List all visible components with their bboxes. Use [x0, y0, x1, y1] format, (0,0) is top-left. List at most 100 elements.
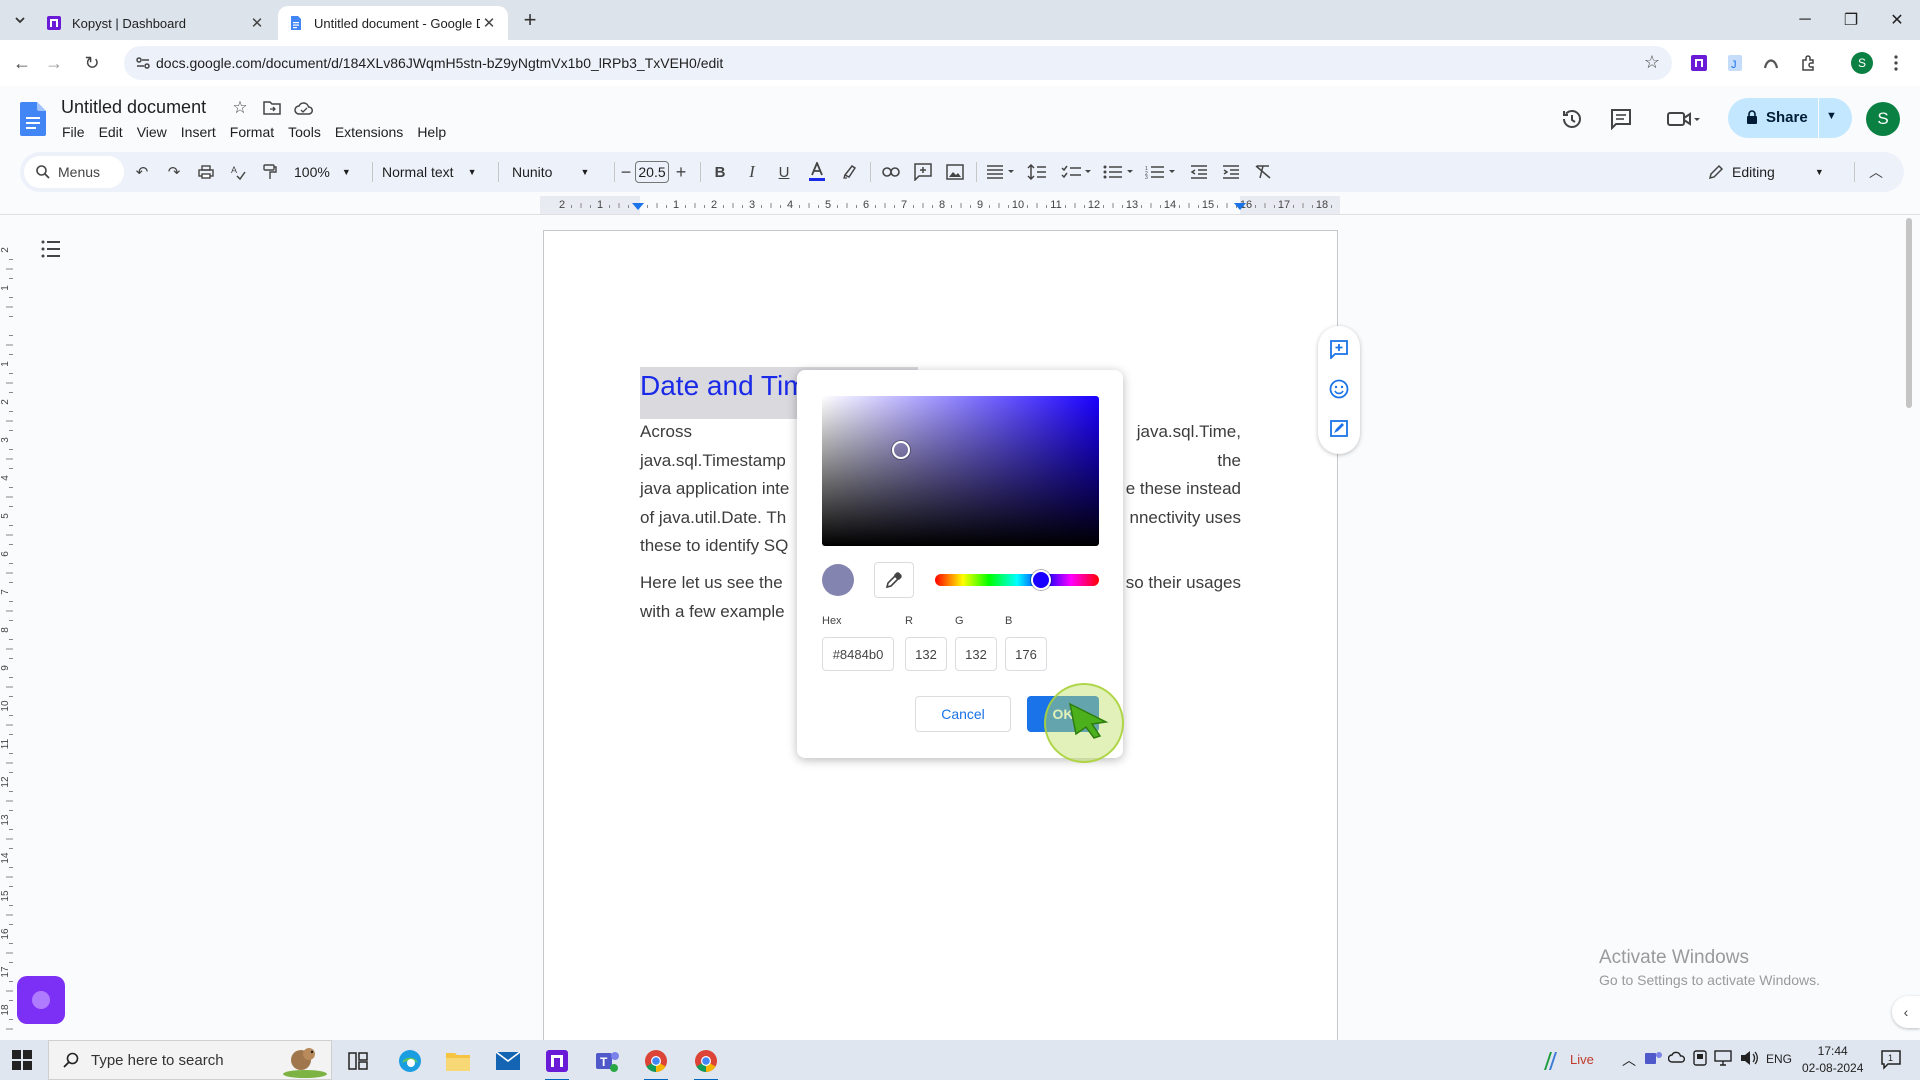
back-arrow-icon[interactable]: ←: [8, 49, 36, 77]
kopyst-recorder-widget[interactable]: [17, 976, 65, 1024]
weather-live-label[interactable]: Live: [1570, 1052, 1594, 1067]
eyedropper-icon[interactable]: [874, 562, 914, 598]
weather-live-icon[interactable]: [1538, 1046, 1564, 1076]
decrease-indent-icon[interactable]: [1188, 160, 1210, 184]
zoom-select[interactable]: 100% ▼: [294, 160, 354, 184]
menu-format[interactable]: Format: [230, 124, 281, 140]
word-extension-icon[interactable]: J: [1723, 51, 1747, 75]
menu-view[interactable]: View: [137, 124, 174, 140]
numbered-list-icon[interactable]: 123: [1144, 160, 1178, 184]
highlight-color-icon[interactable]: [840, 160, 860, 184]
increase-font-size-icon[interactable]: +: [672, 160, 690, 184]
new-tab-plus-icon[interactable]: +: [518, 7, 542, 32]
checklist-icon[interactable]: [1060, 160, 1094, 184]
extension-arc-icon[interactable]: [1759, 51, 1783, 75]
file-explorer-icon[interactable]: [443, 1046, 473, 1076]
mail-icon[interactable]: [493, 1046, 523, 1076]
print-icon[interactable]: [196, 160, 216, 184]
task-view-icon[interactable]: [343, 1046, 373, 1076]
saturation-handle[interactable]: [892, 441, 910, 459]
cancel-button[interactable]: Cancel: [915, 696, 1011, 732]
chrome-icon[interactable]: [641, 1046, 671, 1080]
tab-search-chevron-icon[interactable]: [8, 8, 32, 32]
move-folder-icon[interactable]: [262, 98, 282, 118]
cloud-saved-icon[interactable]: [294, 98, 314, 118]
version-history-icon[interactable]: [1558, 105, 1586, 133]
address-bar[interactable]: docs.google.com/document/d/184XLv86JWqmH…: [124, 46, 1672, 80]
teams-tray-icon[interactable]: [1644, 1050, 1662, 1069]
decrease-font-size-icon[interactable]: −: [618, 160, 634, 184]
align-select-icon[interactable]: [984, 160, 1018, 184]
close-tab-icon[interactable]: ✕: [480, 14, 498, 32]
insert-link-icon[interactable]: [880, 160, 902, 184]
paint-format-icon[interactable]: [260, 160, 280, 184]
font-select[interactable]: Nunito ▼: [512, 160, 608, 184]
kopyst-extension-icon[interactable]: [1687, 51, 1711, 75]
taskbar-search-input[interactable]: Type here to search: [48, 1040, 332, 1080]
network-icon[interactable]: [1714, 1050, 1732, 1069]
menu-edit[interactable]: Edit: [99, 124, 130, 140]
red-input[interactable]: 132: [905, 637, 947, 671]
document-title[interactable]: Untitled document: [61, 97, 206, 118]
teams-icon[interactable]: T: [592, 1046, 622, 1076]
suggest-edits-icon[interactable]: [1328, 418, 1350, 440]
windows-start-icon[interactable]: [12, 1050, 32, 1070]
blue-input[interactable]: 176: [1005, 637, 1047, 671]
spellcheck-icon[interactable]: A: [228, 160, 248, 184]
green-input[interactable]: 132: [955, 637, 997, 671]
underline-icon[interactable]: U: [774, 160, 794, 184]
menu-file[interactable]: File: [62, 124, 92, 140]
hide-menus-chevron-up-icon[interactable]: ︿: [1866, 160, 1886, 184]
share-dropdown-icon[interactable]: ▼: [1826, 110, 1837, 122]
forward-arrow-icon[interactable]: →: [40, 49, 68, 77]
taskbar-clock[interactable]: 17:44 02-08-2024: [1802, 1043, 1863, 1077]
meet-video-icon[interactable]: [1664, 105, 1704, 133]
docs-profile-avatar[interactable]: S: [1866, 102, 1900, 136]
italic-icon[interactable]: I: [742, 160, 762, 184]
hex-input[interactable]: #8484b0: [822, 637, 894, 671]
increase-indent-icon[interactable]: [1220, 160, 1242, 184]
extensions-puzzle-icon[interactable]: [1796, 51, 1820, 75]
restore-icon[interactable]: ❐: [1828, 0, 1874, 40]
docs-logo-icon[interactable]: [20, 102, 46, 136]
saturation-value-area[interactable]: [822, 396, 1099, 546]
meet-now-icon[interactable]: [1692, 1050, 1708, 1069]
undo-icon[interactable]: ↶: [132, 160, 152, 184]
bookmark-star-icon[interactable]: ☆: [1644, 52, 1660, 73]
notifications-icon[interactable]: 1: [1880, 1048, 1902, 1073]
clear-formatting-icon[interactable]: [1252, 160, 1274, 184]
chrome-menu-icon[interactable]: [1884, 51, 1908, 75]
editing-mode-select[interactable]: Editing ▼: [1708, 160, 1832, 184]
menus-search-button[interactable]: Menus: [24, 156, 124, 188]
star-icon[interactable]: ☆: [230, 98, 250, 118]
vertical-ruler[interactable]: 21123456789101112131415161718: [0, 216, 16, 1036]
emoji-reaction-icon[interactable]: [1328, 378, 1350, 400]
edge-browser-icon[interactable]: [395, 1046, 425, 1076]
reload-icon[interactable]: ↻: [78, 49, 106, 77]
onedrive-cloud-icon[interactable]: [1667, 1050, 1686, 1067]
add-comment-icon[interactable]: [1328, 338, 1350, 360]
hue-slider-handle[interactable]: [1031, 570, 1051, 590]
tab-kopyst-dashboard[interactable]: Kopyst | Dashboard ✕: [36, 6, 276, 40]
close-window-icon[interactable]: ✕: [1874, 0, 1920, 40]
menu-insert[interactable]: Insert: [181, 124, 223, 140]
bold-icon[interactable]: B: [710, 160, 730, 184]
redo-icon[interactable]: ↷: [164, 160, 184, 184]
comments-icon[interactable]: [1607, 105, 1635, 133]
menu-extensions[interactable]: Extensions: [335, 124, 410, 140]
bulleted-list-icon[interactable]: [1102, 160, 1136, 184]
show-hidden-icons-chevron-icon[interactable]: ︿: [1622, 1050, 1636, 1070]
kopyst-app-icon[interactable]: [542, 1046, 572, 1080]
minimize-icon[interactable]: ─: [1782, 0, 1828, 40]
share-button[interactable]: Share ▼: [1728, 98, 1852, 138]
site-info-icon[interactable]: [134, 54, 152, 72]
insert-comment-icon[interactable]: [912, 160, 934, 184]
close-tab-icon[interactable]: ✕: [248, 14, 266, 32]
menu-tools[interactable]: Tools: [288, 124, 328, 140]
hue-slider[interactable]: [935, 574, 1099, 586]
text-color-icon[interactable]: [806, 160, 828, 184]
font-size-input[interactable]: 20.5: [635, 161, 669, 183]
document-outline-icon[interactable]: [40, 238, 62, 260]
chrome-profile-window-icon[interactable]: [691, 1046, 721, 1080]
menu-help[interactable]: Help: [417, 124, 453, 140]
